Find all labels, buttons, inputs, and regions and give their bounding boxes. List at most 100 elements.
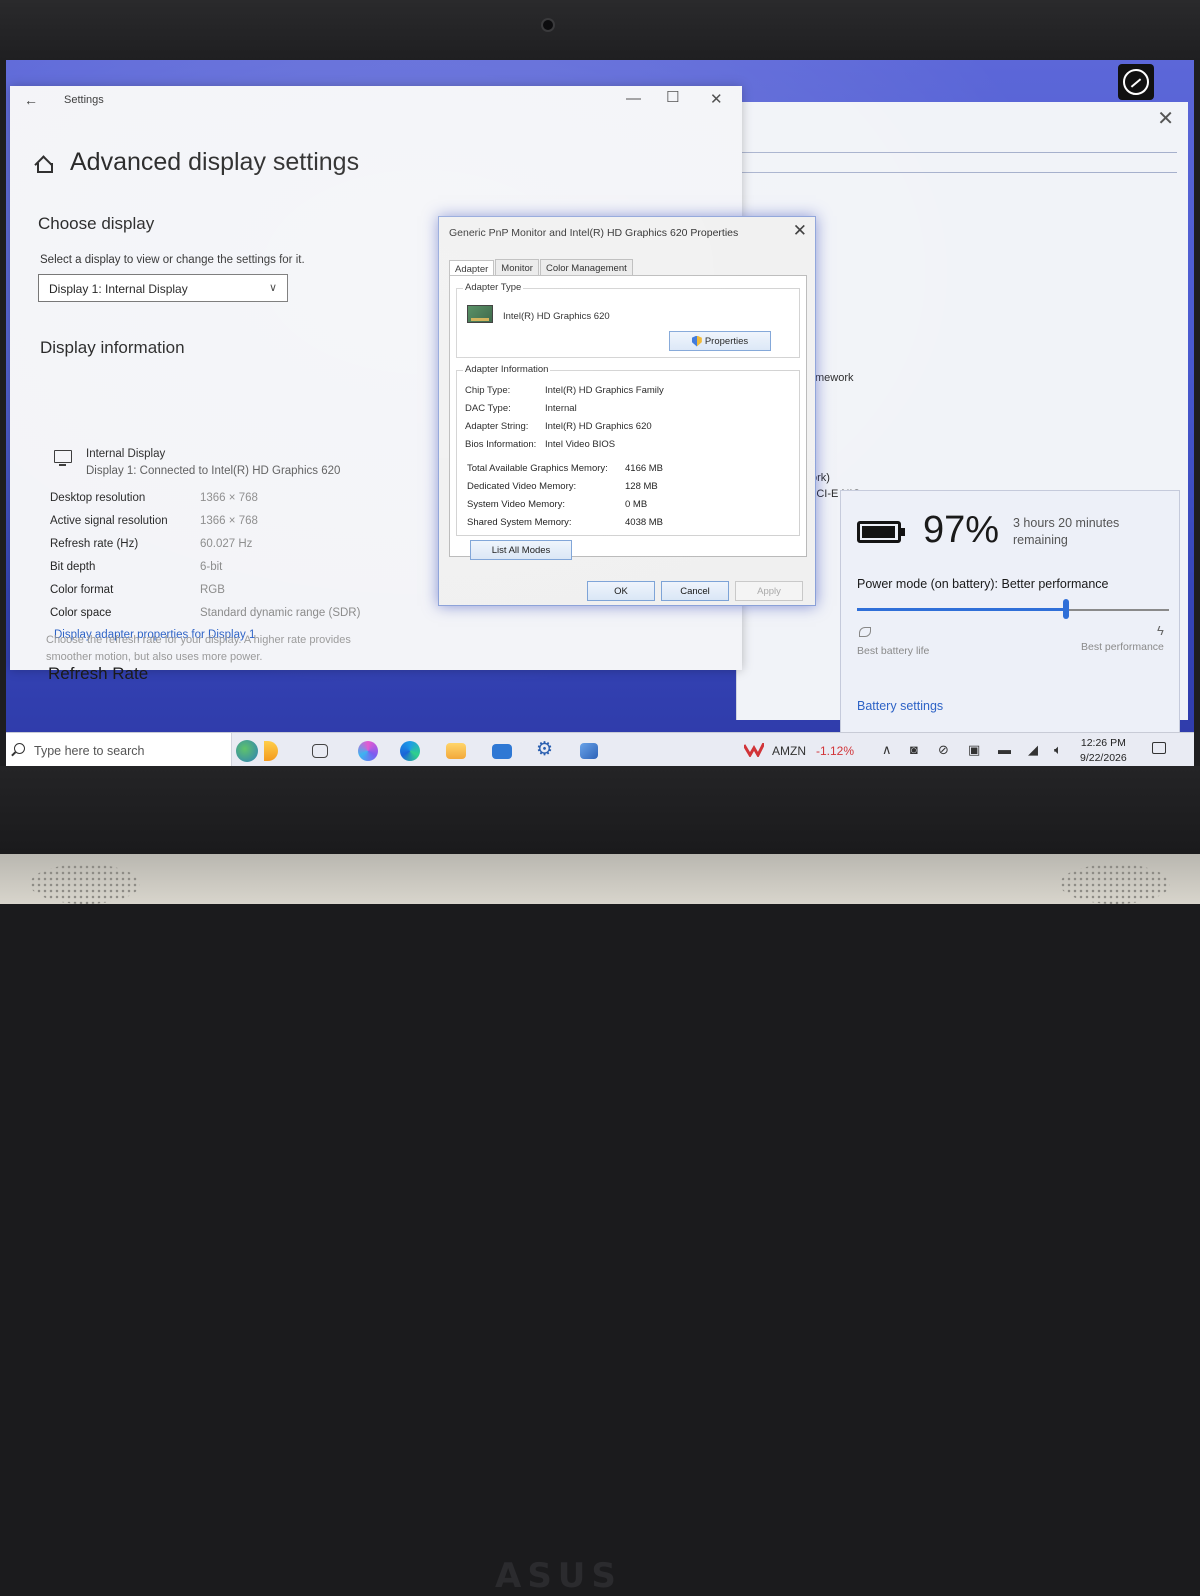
task-view-icon[interactable] (312, 744, 328, 758)
taskbar-search-box[interactable]: Type here to search (6, 733, 232, 766)
info-label: Bios Information: (465, 439, 537, 450)
close-icon[interactable]: ✕ (793, 221, 807, 241)
display-name: Internal Display (86, 448, 166, 460)
laptop-bezel-right (1194, 60, 1200, 770)
info-label: Color format (50, 584, 114, 596)
webcam (541, 18, 555, 32)
shield-icon (691, 335, 702, 347)
clock-date: 9/22/2026 (1080, 752, 1127, 764)
close-icon[interactable]: ✕ (1157, 106, 1174, 131)
speaker-grille-right (1060, 864, 1170, 904)
maximize-icon[interactable]: ☐ (666, 88, 679, 106)
dialog-title: Generic PnP Monitor and Intel(R) HD Grap… (449, 227, 739, 239)
stock-change[interactable]: -1.12% (816, 744, 854, 758)
stock-ticker[interactable]: AMZN (772, 744, 806, 758)
refresh-rate-heading: Refresh Rate (48, 664, 149, 683)
laptop-bezel-top (0, 0, 1200, 60)
cloud-offline-icon[interactable]: ⊘ (938, 742, 949, 758)
memory-value: 0 MB (625, 499, 648, 510)
choose-display-heading: Choose display (38, 214, 155, 233)
display-information-heading: Display information (40, 338, 185, 357)
user-account-icon[interactable] (1118, 64, 1154, 100)
mail-icon[interactable] (492, 744, 512, 759)
page-title-text: Advanced display settings (70, 148, 360, 176)
list-all-modes-button[interactable]: List All Modes (470, 540, 572, 560)
info-value: Standard dynamic range (SDR) (200, 607, 361, 619)
memory-value: 4166 MB (625, 463, 664, 474)
battery-settings-link[interactable]: Battery settings (857, 699, 943, 713)
battery-icon (857, 521, 905, 543)
window-title: Settings (64, 94, 104, 106)
laptop-keyboard-deck (0, 854, 1200, 904)
display-settings-app-icon[interactable] (580, 743, 598, 759)
memory-value: 4038 MB (625, 517, 664, 528)
brand-logo: ASUS (495, 1556, 622, 1596)
info-label: Active signal resolution (50, 515, 168, 527)
app-tray-icon[interactable]: ▣ (968, 742, 980, 758)
adapter-tab-panel: Adapter Type Intel(R) HD Graphics 620 Pr… (449, 275, 807, 560)
battery-flyout: 97% 3 hours 20 minutes remaining Power m… (840, 490, 1180, 746)
info-label: Adapter String: (465, 421, 529, 432)
ok-button[interactable]: OK (587, 581, 655, 601)
search-icon (14, 743, 25, 754)
power-mode-label: Power mode (on battery): Better performa… (857, 577, 1109, 591)
weather-icon[interactable] (264, 741, 278, 761)
power-mode-slider-thumb[interactable] (1063, 599, 1070, 619)
edge-browser-icon[interactable] (400, 741, 420, 761)
screen: ✕ mework ork) PCI-E NIC ← Settings — ☐ ✕… (6, 60, 1194, 766)
notifications-icon[interactable] (1152, 742, 1166, 754)
page-title: Advanced display settings (34, 148, 359, 177)
memory-label: Dedicated Video Memory: (467, 481, 577, 492)
show-hidden-icons-chevron-icon[interactable]: ∧ (882, 742, 892, 758)
file-explorer-icon[interactable] (446, 743, 466, 759)
choose-display-instruction: Select a display to view or change the s… (40, 254, 305, 266)
wifi-icon[interactable]: ◢ (1028, 742, 1038, 758)
monitor-icon (54, 450, 72, 466)
copilot-icon[interactable] (358, 741, 378, 761)
info-value: 1366 × 768 (200, 492, 258, 504)
info-label: Desktop resolution (50, 492, 146, 504)
info-label: Bit depth (50, 561, 96, 573)
info-value: Intel Video BIOS (545, 439, 616, 450)
memory-label: Total Available Graphics Memory: (467, 463, 608, 474)
adapter-type-label: Adapter Type (463, 282, 524, 293)
best-performance-label: Best performance (1081, 641, 1164, 653)
info-label: DAC Type: (465, 403, 511, 414)
battery-level-fill (862, 526, 895, 538)
widgets-icon[interactable] (236, 740, 258, 762)
info-value: RGB (200, 584, 225, 596)
minimize-icon[interactable]: — (626, 90, 641, 107)
stock-trend-icon[interactable] (744, 743, 764, 757)
taskbar: Type here to search ⚙ AMZN -1.12% ∧ ◙ ⊘ … (6, 732, 1194, 766)
info-label: Color space (50, 607, 112, 619)
title-bar: ← Settings — ☐ ✕ (10, 86, 742, 116)
battery-time-remaining: 3 hours 20 minutes remaining (1013, 515, 1173, 549)
battery-percent: 97% (923, 509, 1000, 551)
clock[interactable]: 12:26 PM 9/22/2026 (1080, 736, 1127, 766)
adapter-information-label: Adapter Information (463, 364, 551, 375)
home-icon[interactable] (34, 155, 53, 173)
graphics-card-icon (467, 305, 493, 323)
memory-label: System Video Memory: (467, 499, 566, 510)
display-connection: Display 1: Connected to Intel(R) HD Grap… (86, 465, 341, 477)
search-placeholder: Type here to search (34, 744, 145, 758)
camera-tray-icon[interactable]: ◙ (910, 742, 918, 757)
info-value: Intel(R) HD Graphics Family (545, 385, 664, 396)
power-mode-slider-fill (857, 608, 1067, 611)
apply-button[interactable]: Apply (735, 581, 803, 601)
adapter-type-group: Adapter Type Intel(R) HD Graphics 620 Pr… (456, 282, 800, 358)
display-select-value: Display 1: Internal Display (49, 282, 188, 296)
adapter-properties-button[interactable]: Properties (669, 331, 771, 351)
refresh-rate-description-line2: smoother motion, but also uses more powe… (46, 651, 263, 663)
info-value: Intel(R) HD Graphics 620 (545, 421, 652, 432)
settings-gear-icon[interactable]: ⚙ (536, 738, 556, 760)
close-icon[interactable]: ✕ (710, 90, 723, 108)
battery-tray-icon[interactable]: ▬ (998, 742, 1011, 757)
volume-icon[interactable]: 🔈︎ (1054, 742, 1062, 758)
display-select[interactable]: Display 1: Internal Display ∨ (38, 274, 288, 302)
memory-value: 128 MB (625, 481, 658, 492)
adapter-properties-dialog: Generic PnP Monitor and Intel(R) HD Grap… (438, 216, 816, 606)
back-arrow-icon[interactable]: ← (24, 92, 38, 108)
cancel-button[interactable]: Cancel (661, 581, 729, 601)
lightning-bolt-icon: ϟ (1157, 623, 1164, 638)
